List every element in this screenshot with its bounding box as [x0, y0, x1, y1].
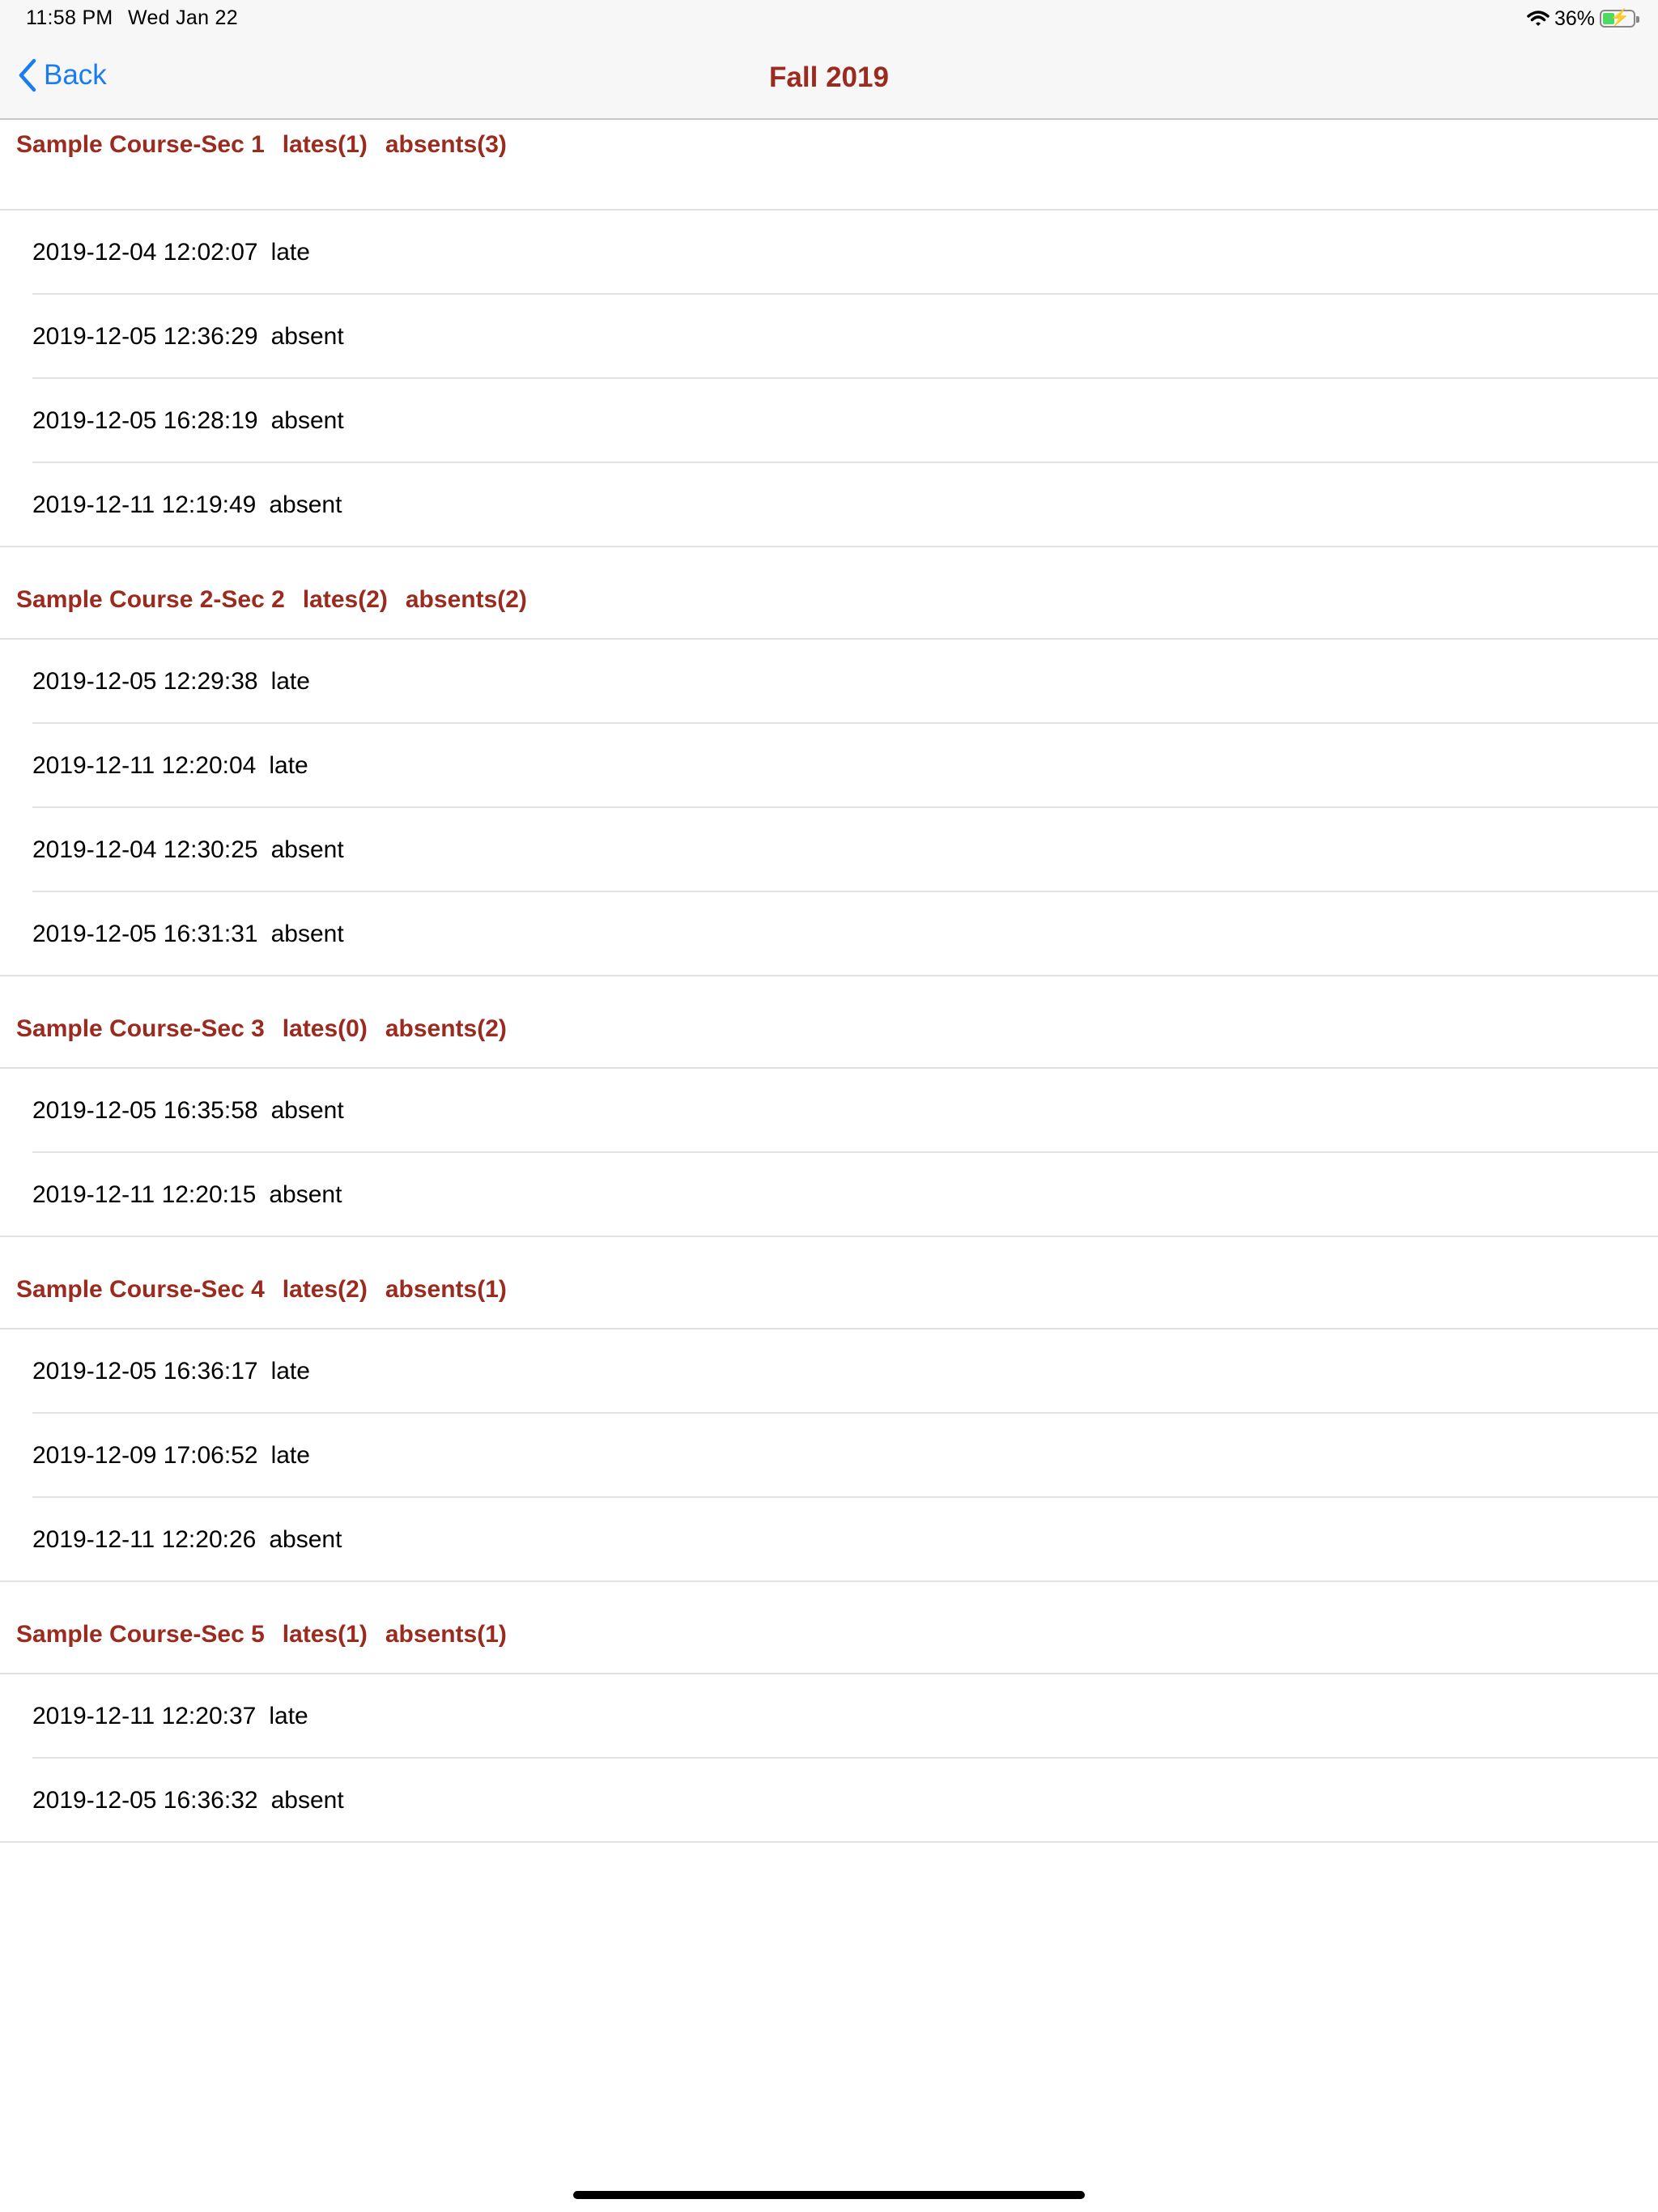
list-item[interactable]: 2019-12-05 16:36:17 late: [0, 1329, 1658, 1414]
record-time: 2019-12-05 16:36:32: [32, 1787, 258, 1814]
record-status: absent: [270, 1097, 344, 1124]
status-time: 11:58 PM: [26, 6, 113, 29]
navigation-bar: Back Fall 2019: [0, 37, 1658, 120]
list-item[interactable]: 2019-12-05 16:35:58 absent: [0, 1069, 1658, 1153]
record-status: late: [270, 1358, 310, 1385]
lates-count: lates(2): [282, 1276, 368, 1303]
course-name: Sample Course 2-Sec 2: [16, 586, 285, 613]
page-title: Fall 2019: [769, 62, 889, 93]
absents-count: absents(3): [385, 131, 507, 158]
record-time: 2019-12-11 12:20:15: [32, 1181, 257, 1208]
list-item[interactable]: 2019-12-05 12:36:29 absent: [0, 295, 1658, 379]
list-item[interactable]: 2019-12-09 17:06:52 late: [0, 1414, 1658, 1498]
absents-count: absents(2): [405, 586, 527, 613]
record-time: 2019-12-11 12:19:49: [32, 491, 257, 518]
lates-count: lates(0): [282, 1015, 368, 1042]
status-date: Wed Jan 22: [128, 6, 238, 29]
absents-count: absents(2): [385, 1015, 507, 1042]
section-header: Sample Course-Sec 5 lates(1) absents(1): [0, 1582, 1658, 1674]
record-status: absent: [270, 836, 344, 863]
record-time: 2019-12-05 16:28:19: [32, 407, 258, 434]
section-header: Sample Course-Sec 3 lates(0) absents(2): [0, 976, 1658, 1069]
record-status: late: [270, 1442, 310, 1469]
list-item[interactable]: 2019-12-05 16:28:19 absent: [0, 379, 1658, 463]
status-right: 36% ⚡: [1527, 6, 1639, 31]
list-item[interactable]: 2019-12-05 16:36:32 absent: [0, 1759, 1658, 1843]
list-item[interactable]: 2019-12-11 12:19:49 absent: [0, 463, 1658, 547]
record-status: late: [269, 752, 308, 779]
lates-count: lates(1): [282, 1621, 368, 1648]
record-time: 2019-12-09 17:06:52: [32, 1442, 258, 1469]
record-status: absent: [270, 407, 344, 434]
list-item[interactable]: 2019-12-05 16:31:31 absent: [0, 892, 1658, 976]
record-time: 2019-12-05 16:36:17: [32, 1358, 258, 1385]
absents-count: absents(1): [385, 1621, 507, 1648]
lates-count: lates(1): [282, 131, 368, 158]
section-header: Sample Course 2-Sec 2 lates(2) absents(2): [0, 547, 1658, 640]
section-header: Sample Course-Sec 1 lates(1) absents(3): [0, 120, 1658, 211]
home-indicator[interactable]: [573, 2191, 1085, 2199]
absents-count: absents(1): [385, 1276, 507, 1303]
record-time: 2019-12-11 12:20:37: [32, 1703, 257, 1729]
section-header: Sample Course-Sec 4 lates(2) absents(1): [0, 1237, 1658, 1329]
record-status: late: [269, 1703, 308, 1729]
record-status: absent: [270, 323, 344, 350]
record-status: absent: [269, 1181, 342, 1208]
record-time: 2019-12-11 12:20:04: [32, 752, 257, 779]
record-time: 2019-12-05 12:36:29: [32, 323, 258, 350]
record-time: 2019-12-05 16:31:31: [32, 921, 258, 947]
attendance-list[interactable]: Sample Course-Sec 1 lates(1) absents(3) 20…: [0, 120, 1658, 1843]
record-status: absent: [270, 1787, 344, 1814]
record-status: late: [270, 239, 310, 266]
record-status: absent: [269, 491, 342, 518]
status-bar: 11:58 PM Wed Jan 22 36% ⚡: [0, 0, 1658, 37]
list-item[interactable]: 2019-12-11 12:20:15 absent: [0, 1153, 1658, 1237]
wifi-icon: [1527, 11, 1550, 26]
list-item[interactable]: 2019-12-11 12:20:04 late: [0, 724, 1658, 808]
course-name: Sample Course-Sec 5: [16, 1621, 265, 1648]
record-status: absent: [270, 921, 344, 947]
record-status: absent: [269, 1526, 342, 1553]
record-time: 2019-12-11 12:20:26: [32, 1526, 257, 1553]
record-time: 2019-12-05 16:35:58: [32, 1097, 258, 1124]
record-time: 2019-12-05 12:29:38: [32, 668, 258, 695]
course-name: Sample Course-Sec 3: [16, 1015, 265, 1042]
list-item[interactable]: 2019-12-11 12:20:26 absent: [0, 1498, 1658, 1582]
battery-icon: ⚡: [1600, 9, 1639, 28]
list-item[interactable]: 2019-12-04 12:02:07 late: [0, 211, 1658, 295]
course-name: Sample Course-Sec 4: [16, 1276, 265, 1303]
record-time: 2019-12-04 12:02:07: [32, 239, 258, 266]
record-status: late: [270, 668, 310, 695]
lates-count: lates(2): [302, 586, 388, 613]
battery-percent: 36%: [1554, 6, 1595, 30]
list-item[interactable]: 2019-12-05 12:29:38 late: [0, 640, 1658, 724]
course-name: Sample Course-Sec 1: [16, 131, 265, 158]
record-time: 2019-12-04 12:30:25: [32, 836, 258, 863]
list-item[interactable]: 2019-12-11 12:20:37 late: [0, 1674, 1658, 1759]
list-item[interactable]: 2019-12-04 12:30:25 absent: [0, 808, 1658, 892]
